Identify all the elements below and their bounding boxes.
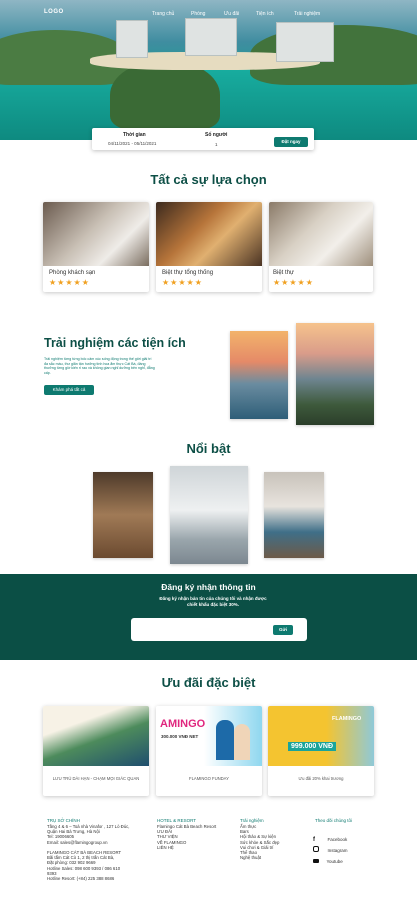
choices-title: Tất cả sự lựa chọn	[150, 172, 267, 187]
hero-building-1	[116, 20, 148, 58]
newsletter-submit-button[interactable]: Gửi	[273, 625, 293, 635]
villa-image	[269, 202, 373, 266]
booking-bar: Thời gian 04/11/2021 - 05/11/2021 Số ngư…	[92, 128, 314, 150]
social-label: Youtube	[326, 859, 343, 864]
featured-photo-living[interactable]	[264, 472, 324, 558]
offer-long-stay-image	[43, 706, 149, 766]
cliff-resort-photo	[296, 323, 374, 425]
offer-caption: FLAMINGO FUNDAY	[189, 776, 229, 781]
newsletter-title: Đăng ký nhận thông tin	[161, 582, 256, 592]
choice-card-title: Phòng khách sạn	[49, 270, 96, 276]
choice-card-hotel-room[interactable]: Phòng khách sạn ★★★★★	[43, 202, 149, 292]
nav-item-home[interactable]: Trang chủ	[152, 11, 174, 17]
nav-item-offers[interactable]: Ưu đãi	[224, 11, 239, 17]
hero-banner	[0, 0, 417, 140]
offer-funday-person	[216, 720, 234, 760]
offers-title: Ưu đãi đặc biệt	[161, 675, 256, 690]
footer-experience-title: Trải nghiệm	[240, 818, 264, 823]
featured-title: Nổi bật	[186, 441, 231, 456]
offer-funday-person	[234, 724, 250, 760]
date-input[interactable]: 04/11/2021 - 05/11/2021	[108, 141, 156, 146]
presidential-villa-image	[156, 202, 262, 266]
choice-card-title: Biệt thự	[273, 270, 295, 276]
offer-funday-price: 300.000 VNĐ NET	[161, 734, 199, 739]
offer-opening-price: 999.000 VNĐ	[288, 742, 337, 751]
explore-all-button[interactable]: Khám phá tất cả	[44, 385, 94, 395]
featured-photo-bedroom[interactable]	[170, 466, 248, 564]
footer-experience-links[interactable]: Ẩm thực Bars Hội thảo & Sự kiện Sức khỏe…	[240, 824, 310, 860]
offer-card-opening[interactable]: FLAMINGO 999.000 VNĐ Ưu đãi 20% khai trư…	[268, 706, 374, 796]
footer-hq-text: Tầng 4 & 6 – Toà nhà Vinafor , 127 Lò Đú…	[47, 824, 130, 882]
book-now-button[interactable]: Đặt ngay	[274, 137, 308, 147]
offer-caption: Ưu đãi 20% khai trương	[298, 776, 344, 781]
guests-label: Số người	[205, 132, 228, 138]
newsletter-section: Đăng ký nhận thông tin Đăng ký nhận bản …	[0, 574, 417, 660]
featured-photo-dining[interactable]	[93, 472, 153, 558]
amenities-title: Trải nghiệm các tiện ích	[44, 336, 186, 350]
pool-sunset-photo	[230, 331, 288, 419]
offer-card-funday[interactable]: AMINGO 300.000 VNĐ NET FLAMINGO FUNDAY	[156, 706, 262, 796]
logo[interactable]: LOGO	[44, 9, 64, 15]
nav-item-rooms[interactable]: Phòng	[191, 11, 205, 17]
offer-opening-banner-text: FLAMINGO	[332, 716, 362, 722]
nav-item-amenities[interactable]: Tiện ích	[256, 11, 274, 17]
offer-caption: LƯU TRÚ DÀI HẠN - CHẠM MỌI GIÁC QUAN	[52, 776, 140, 781]
footer-follow-title: Theo dõi chúng tôi	[315, 818, 353, 823]
date-label: Thời gian	[123, 132, 146, 138]
choice-card-title: Biệt thự tổng thống	[162, 270, 214, 276]
footer-hotel-title: HOTEL & RESORT	[157, 818, 197, 823]
hero-island-center	[110, 60, 220, 130]
youtube-icon	[313, 859, 319, 863]
choice-card-presidential-villa[interactable]: Biệt thự tổng thống ★★★★★	[156, 202, 262, 292]
choice-card-villa[interactable]: Biệt thự ★★★★★	[269, 202, 373, 292]
hero-building-2	[185, 18, 237, 56]
social-youtube[interactable]: Youtube	[313, 850, 343, 868]
amenities-description: Trải nghiệm từng từng bốc cảm xúc sống đ…	[44, 357, 155, 375]
rating-stars: ★★★★★	[273, 278, 314, 287]
hotel-room-image	[43, 202, 149, 266]
offer-funday-banner-text: AMINGO	[160, 718, 206, 730]
newsletter-email-input[interactable]	[137, 624, 267, 635]
newsletter-form: Gửi	[131, 618, 307, 641]
offer-funday-image: AMINGO 300.000 VNĐ NET	[156, 706, 262, 766]
newsletter-subtitle: Đăng ký nhận bản tin của chúng tôi và nh…	[159, 596, 267, 607]
hero-building-3	[276, 22, 334, 62]
footer-hq-title: TRỤ SỞ CHÍNH	[47, 818, 80, 823]
offer-card-long-stay[interactable]: LƯU TRÚ DÀI HẠN - CHẠM MỌI GIÁC QUAN	[43, 706, 149, 796]
nav-item-experiences[interactable]: Trải nghiệm	[294, 11, 320, 17]
footer-hotel-links[interactable]: Flamingo Cát Bà Beach Resort ƯU ĐÃI THƯ …	[157, 824, 237, 850]
rating-stars: ★★★★★	[162, 278, 203, 287]
offer-opening-image: FLAMINGO 999.000 VNĐ	[268, 706, 374, 766]
rating-stars: ★★★★★	[49, 278, 90, 287]
guests-input[interactable]: 1	[215, 142, 218, 147]
